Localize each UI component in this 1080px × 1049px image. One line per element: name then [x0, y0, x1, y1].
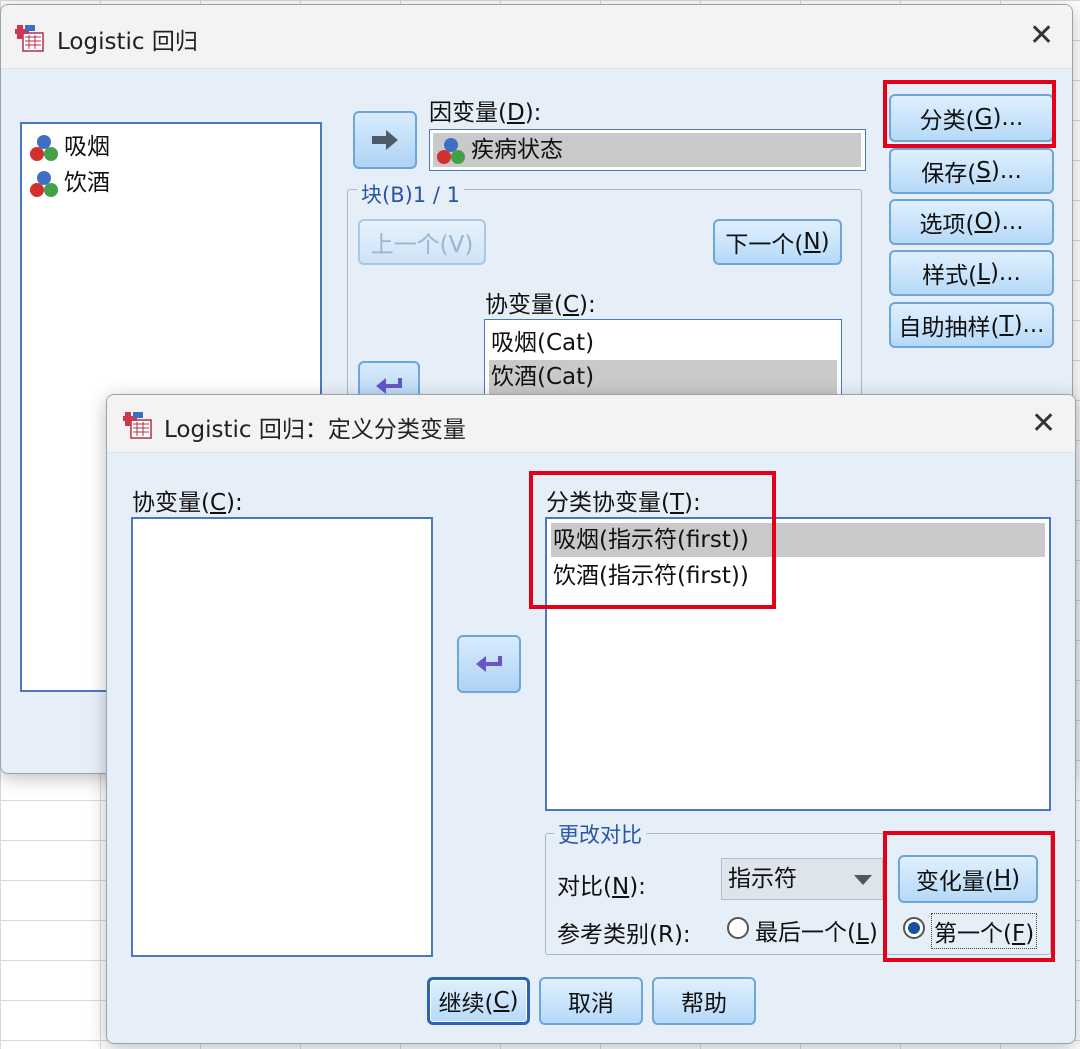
chevron-down-icon — [854, 875, 872, 885]
spss-app-icon — [15, 25, 44, 52]
highlight-categorical-button — [883, 80, 1056, 148]
reference-category-label: 参考类别(R): — [557, 922, 691, 948]
help-button[interactable]: 帮助 — [652, 977, 756, 1025]
save-button[interactable]: 保存(S)... — [889, 148, 1054, 194]
move-to-covariates-button[interactable] — [457, 635, 521, 693]
window-title: Logistic 回归 — [57, 29, 198, 55]
title-bar: Logistic 回归 ✕ — [1, 5, 1072, 69]
contrast-select[interactable]: 指示符 — [721, 858, 883, 900]
list-item[interactable]: 饮酒 — [26, 166, 316, 200]
arrow-left-icon — [476, 656, 502, 672]
contrast-value: 指示符 — [728, 866, 797, 892]
options-button[interactable]: 选项(O)... — [889, 199, 1054, 245]
reference-last-radio[interactable] — [727, 917, 749, 939]
nominal-variable-icon — [30, 170, 58, 197]
dependent-variable-name: 疾病状态 — [471, 137, 563, 163]
spss-app-icon — [123, 412, 152, 439]
covariates-list[interactable] — [131, 517, 433, 957]
style-button[interactable]: 样式(L)... — [889, 250, 1054, 296]
highlight-reference-first — [883, 831, 1055, 962]
continue-button[interactable]: 继续(C) — [427, 977, 530, 1025]
move-to-dependent-button[interactable] — [353, 111, 417, 169]
reference-last-label[interactable]: 最后一个(L) — [755, 913, 878, 947]
nominal-variable-icon — [30, 134, 58, 161]
highlight-categorical-covariates — [529, 471, 776, 609]
block-title: 块(B)1 / 1 — [357, 179, 464, 209]
dependent-label: 因变量(D): — [429, 100, 542, 126]
close-icon[interactable]: ✕ — [1029, 21, 1054, 51]
next-block-button[interactable]: 下一个(N) — [713, 219, 842, 265]
change-contrast-title: 更改对比 — [554, 819, 646, 849]
cancel-button[interactable]: 取消 — [539, 977, 643, 1025]
covariates-label: 协变量(C): — [132, 490, 243, 516]
variable-name: 吸烟 — [64, 134, 110, 160]
contrast-label: 对比(N): — [557, 874, 646, 900]
nominal-variable-icon — [437, 137, 465, 164]
previous-block-button[interactable]: 上一个(V) — [358, 219, 486, 265]
variable-name: 饮酒 — [64, 170, 110, 196]
close-icon[interactable]: ✕ — [1031, 409, 1056, 439]
list-item[interactable]: 饮酒(Cat) — [489, 360, 837, 394]
title-bar: Logistic 回归：定义分类变量 ✕ — [107, 395, 1075, 453]
list-item[interactable]: 吸烟 — [26, 130, 316, 164]
list-item[interactable]: 吸烟(Cat) — [489, 326, 837, 360]
window-title: Logistic 回归：定义分类变量 — [164, 417, 466, 443]
bootstrap-button[interactable]: 自助抽样(T)... — [889, 302, 1054, 348]
covariates-label: 协变量(C): — [485, 292, 596, 318]
dependent-field[interactable]: 疾病状态 — [429, 129, 866, 171]
dependent-value: 疾病状态 — [433, 133, 861, 167]
arrow-right-icon — [372, 130, 398, 150]
